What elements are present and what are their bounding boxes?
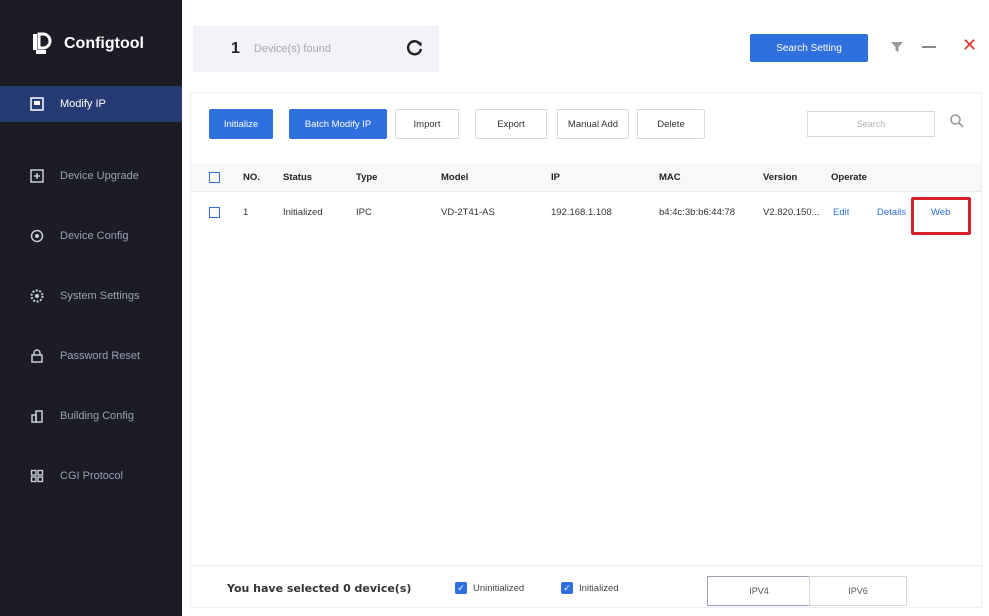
sidebar-item-label: Password Reset xyxy=(60,350,141,362)
initialize-button[interactable]: Initialize xyxy=(209,109,273,139)
sidebar-item-modify-ip[interactable]: Modify IP xyxy=(0,86,182,122)
sidebar-item-label: Building Config xyxy=(60,410,134,422)
app-name: Configtool xyxy=(64,35,144,52)
device-config-icon xyxy=(30,229,44,243)
minimize-icon[interactable] xyxy=(922,46,936,48)
initialized-label: Initialized xyxy=(579,582,619,594)
toolbar: Initialize Batch Modify IP Import Export… xyxy=(207,109,977,141)
sidebar-item-label: Device Config xyxy=(60,230,129,242)
cell-no: 1 xyxy=(243,206,249,218)
ipv4-tab[interactable]: IPV4 xyxy=(707,576,811,606)
selected-count-text: You have selected 0 device(s) xyxy=(227,582,412,595)
details-link[interactable]: Details xyxy=(877,197,913,227)
devices-found-panel: 1 Device(s) found xyxy=(193,26,439,72)
manual-add-button[interactable]: Manual Add xyxy=(557,109,629,139)
search-icon[interactable] xyxy=(949,113,965,129)
configtool-window: Configtool Modify IP Device Upgrade Devi… xyxy=(0,0,989,616)
password-reset-icon xyxy=(30,349,44,363)
checkbox-box xyxy=(209,206,220,218)
col-header-ip: IP xyxy=(551,171,560,183)
checkbox-box xyxy=(209,171,220,183)
export-button[interactable]: Export xyxy=(475,109,547,139)
sidebar-item-label: Device Upgrade xyxy=(60,170,139,182)
col-header-type: Type xyxy=(356,171,378,183)
col-header-model: Model xyxy=(441,171,469,183)
import-button[interactable]: Import xyxy=(395,109,459,139)
sidebar-item-label: CGI Protocol xyxy=(60,470,123,482)
edit-link[interactable]: Edit xyxy=(833,197,849,227)
sidebar-item-system-settings[interactable]: System Settings xyxy=(0,266,182,326)
col-header-status: Status xyxy=(283,171,313,183)
building-config-icon xyxy=(30,409,44,423)
cgi-protocol-icon xyxy=(30,469,44,483)
delete-button[interactable]: Delete xyxy=(637,109,705,139)
search-setting-button[interactable]: Search Setting xyxy=(750,34,868,62)
filter-icon[interactable] xyxy=(890,40,904,54)
sidebar-nav: Modify IP Device Upgrade Device Config S… xyxy=(0,86,182,506)
top-bar: 1 Device(s) found Search Setting ✕ xyxy=(182,0,989,80)
sidebar-item-building-config[interactable]: Building Config xyxy=(0,386,182,446)
refresh-icon[interactable] xyxy=(405,38,425,58)
ipv6-tab[interactable]: IPV6 xyxy=(809,576,907,606)
modify-ip-icon xyxy=(30,97,44,111)
search-input[interactable]: Search xyxy=(807,111,935,137)
table-header: NO. Status Type Model IP MAC Version Ope… xyxy=(191,163,981,192)
cell-type: IPC xyxy=(356,206,372,218)
col-header-operate: Operate xyxy=(831,171,867,183)
select-all-checkbox[interactable] xyxy=(209,163,220,191)
sidebar-item-label: System Settings xyxy=(60,290,140,302)
configtool-logo-icon xyxy=(33,32,52,54)
initialized-filter[interactable]: ✓ Initialized xyxy=(561,582,619,594)
device-count: 1 xyxy=(231,40,240,57)
batch-modify-ip-button[interactable]: Batch Modify IP xyxy=(289,109,387,139)
sidebar-item-device-upgrade[interactable]: Device Upgrade xyxy=(0,146,182,206)
table-row[interactable]: 1 Initialized IPC VD-2T41-AS 192.168.1.1… xyxy=(191,197,981,227)
logo: Configtool xyxy=(30,32,144,56)
sidebar-item-label: Modify IP xyxy=(60,98,106,110)
cell-mac: b4:4c:3b:b6:44:78 xyxy=(659,206,736,218)
uninitialized-filter[interactable]: ✓ Uninitialized xyxy=(455,582,524,594)
sidebar: Configtool Modify IP Device Upgrade Devi… xyxy=(0,0,182,616)
device-list-panel: Initialize Batch Modify IP Import Export… xyxy=(190,92,982,608)
sidebar-item-cgi-protocol[interactable]: CGI Protocol xyxy=(0,446,182,506)
checkbox-checked-icon: ✓ xyxy=(561,582,573,594)
sidebar-item-device-config[interactable]: Device Config xyxy=(0,206,182,266)
col-header-no: NO. xyxy=(243,171,260,183)
col-header-version: Version xyxy=(763,171,798,183)
uninitialized-label: Uninitialized xyxy=(473,582,525,594)
cell-ip: 192.168.1.108 xyxy=(551,206,612,218)
upgrade-icon xyxy=(30,169,44,183)
checkbox-checked-icon: ✓ xyxy=(455,582,467,594)
cell-version: V2.820.150... xyxy=(763,206,820,218)
close-icon[interactable]: ✕ xyxy=(962,36,978,54)
devices-found-label: Device(s) found xyxy=(253,43,331,55)
status-footer: You have selected 0 device(s) ✓ Uninitia… xyxy=(191,565,981,610)
web-link-highlight-box xyxy=(911,197,971,235)
col-header-mac: MAC xyxy=(659,171,681,183)
cell-status: Initialized xyxy=(283,206,323,218)
row-checkbox[interactable] xyxy=(209,197,220,227)
sidebar-item-password-reset[interactable]: Password Reset xyxy=(0,326,182,386)
cell-model: VD-2T41-AS xyxy=(441,206,495,218)
system-settings-icon xyxy=(30,289,44,303)
